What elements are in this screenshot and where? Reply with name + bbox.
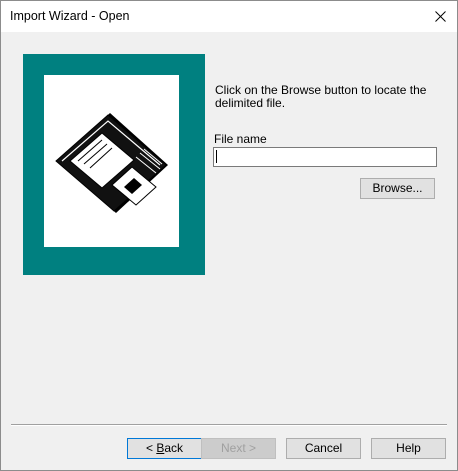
title-bar: Import Wizard - Open bbox=[1, 1, 457, 32]
cancel-button[interactable]: Cancel bbox=[286, 438, 361, 459]
help-button[interactable]: Help bbox=[371, 438, 446, 459]
import-wizard-dialog: Import Wizard - Open Click on the Browse… bbox=[0, 0, 458, 471]
back-rest: ack bbox=[164, 441, 184, 455]
next-button[interactable]: Next > bbox=[201, 438, 276, 459]
back-button[interactable]: < Back bbox=[127, 438, 202, 459]
footer-divider bbox=[11, 424, 447, 426]
back-prefix: < bbox=[145, 441, 157, 455]
file-name-label: File name bbox=[214, 132, 267, 146]
instructions-text: Click on the Browse button to locate the… bbox=[215, 83, 427, 110]
close-button[interactable] bbox=[423, 1, 457, 32]
illustration-frame bbox=[44, 75, 179, 247]
floppy-disk-icon bbox=[55, 113, 168, 213]
browse-button[interactable]: Browse... bbox=[360, 178, 435, 199]
text-caret bbox=[216, 150, 217, 163]
close-icon bbox=[435, 11, 446, 22]
window-title: Import Wizard - Open bbox=[10, 9, 130, 23]
file-name-input[interactable] bbox=[213, 147, 437, 167]
wizard-illustration-panel bbox=[23, 54, 205, 275]
